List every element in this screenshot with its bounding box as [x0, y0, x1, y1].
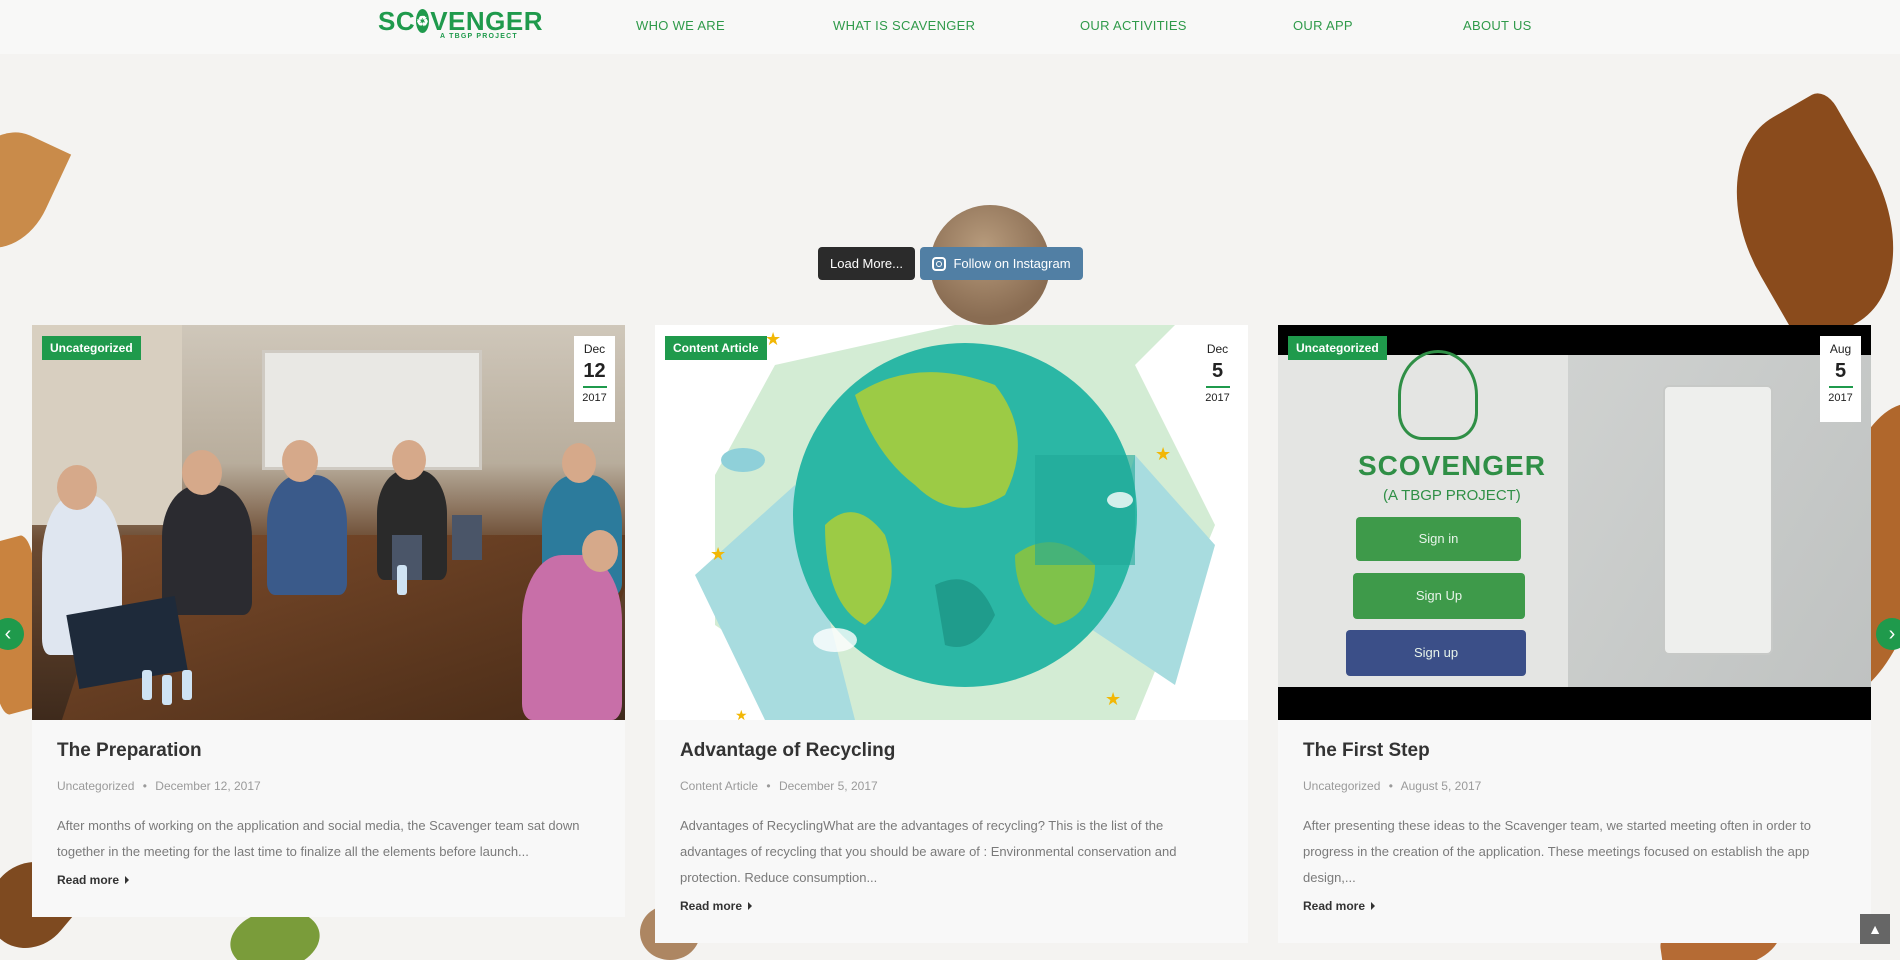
post-image[interactable]: SCOVENGER (A TBGP PROJECT) Sign in Sign … [1278, 325, 1871, 720]
category-badge[interactable]: Uncategorized [1288, 336, 1387, 360]
read-more-link[interactable]: Read more [57, 873, 130, 887]
date-month: Dec [583, 342, 606, 356]
date-day: 5 [1834, 360, 1847, 382]
site-header: SC ♻ VENGER A TBGP PROJECT WHO WE ARE WH… [0, 0, 1900, 54]
lightbulb-icon [1398, 350, 1478, 440]
recycle-icon: ♻ [416, 9, 430, 33]
post-excerpt: Advantages of RecyclingWhat are the adva… [680, 818, 1177, 885]
post-body: Advantage of Recycling Content Article •… [655, 720, 1248, 943]
instagram-icon [932, 256, 947, 271]
post-excerpt: After presenting these ideas to the Scav… [1303, 818, 1812, 885]
date-day: 12 [583, 360, 606, 382]
svg-text:★: ★ [710, 544, 726, 564]
caret-right-icon [1371, 902, 1376, 910]
post-meta-date[interactable]: August 5, 2017 [1401, 779, 1482, 793]
follow-instagram-label: Follow on Instagram [953, 256, 1071, 271]
category-badge[interactable]: Uncategorized [42, 336, 141, 360]
caret-right-icon [748, 902, 753, 910]
logo-text-left: SC [378, 6, 416, 36]
date-month: Dec [1206, 342, 1229, 356]
scroll-to-top-button[interactable]: ▲ [1860, 914, 1890, 944]
post-meta: Uncategorized • December 12, 2017 [57, 779, 261, 793]
app-screen-facebook: Sign up [1346, 630, 1526, 676]
post-meta-date[interactable]: December 12, 2017 [155, 779, 260, 793]
chevron-left-icon: ‹ [4, 622, 12, 645]
date-year: 2017 [1205, 392, 1230, 404]
post-date-box: Dec 5 2017 [1197, 336, 1238, 422]
read-more-label: Read more [1303, 899, 1366, 913]
post-body: The First Step Uncategorized • August 5,… [1278, 720, 1871, 943]
site-logo[interactable]: SC ♻ VENGER A TBGP PROJECT [378, 6, 543, 46]
caret-right-icon [125, 876, 130, 884]
carousel-next-button[interactable]: › [1876, 618, 1900, 650]
post-image[interactable]: ★ ★ ★ ★ ★ Content Article Dec 5 2017 [655, 325, 1248, 720]
post-card: Uncategorized Dec 12 2017 The Preparatio… [32, 325, 625, 917]
nav-about-us[interactable]: ABOUT US [1463, 18, 1532, 33]
leaf-decoration [0, 116, 72, 264]
post-title[interactable]: The First Step [1303, 740, 1846, 762]
date-year: 2017 [582, 392, 607, 404]
post-date-box: Aug 5 2017 [1820, 336, 1861, 422]
category-badge[interactable]: Content Article [665, 336, 767, 360]
svg-text:★: ★ [735, 707, 748, 720]
recycling-globe-illustration: ★ ★ ★ ★ ★ [695, 325, 1215, 720]
read-more-label: Read more [57, 873, 120, 887]
post-card: ★ ★ ★ ★ ★ Content Article Dec 5 2017 Adv… [655, 325, 1248, 943]
svg-text:★: ★ [1155, 444, 1171, 464]
post-card: SCOVENGER (A TBGP PROJECT) Sign in Sign … [1278, 325, 1871, 943]
date-month: Aug [1829, 342, 1852, 356]
post-body: The Preparation Uncategorized • December… [32, 720, 625, 917]
post-meta-date[interactable]: December 5, 2017 [779, 779, 878, 793]
leaf-decoration [1695, 87, 1900, 353]
nav-our-app[interactable]: OUR APP [1293, 18, 1353, 33]
post-meta: Content Article • December 5, 2017 [680, 779, 878, 793]
date-year: 2017 [1828, 392, 1853, 404]
date-day: 5 [1211, 360, 1224, 382]
post-meta-category[interactable]: Content Article [680, 779, 758, 793]
arrow-up-icon: ▲ [1868, 921, 1882, 937]
post-image[interactable]: Uncategorized Dec 12 2017 [32, 325, 625, 720]
post-excerpt: After months of working on the applicati… [57, 818, 580, 859]
nav-who-we-are[interactable]: WHO WE ARE [636, 18, 725, 33]
post-title[interactable]: The Preparation [57, 740, 600, 762]
app-screen-signup: Sign Up [1353, 573, 1525, 619]
app-screen-subtitle: (A TBGP PROJECT) [1383, 487, 1521, 504]
follow-instagram-button[interactable]: Follow on Instagram [920, 247, 1083, 280]
nav-our-activities[interactable]: OUR ACTIVITIES [1080, 18, 1187, 33]
phone-mockup [1663, 385, 1773, 655]
post-meta: Uncategorized • August 5, 2017 [1303, 779, 1482, 793]
nav-what-is-scavenger[interactable]: WHAT IS SCAVENGER [833, 18, 975, 33]
chevron-right-icon: › [1888, 622, 1896, 645]
svg-text:★: ★ [765, 329, 781, 349]
logo-text-right: VENGER [430, 6, 543, 36]
svg-text:★: ★ [1105, 689, 1121, 709]
app-screen-signin: Sign in [1356, 517, 1521, 561]
read-more-label: Read more [680, 899, 743, 913]
read-more-link[interactable]: Read more [1303, 899, 1376, 913]
post-date-box: Dec 12 2017 [574, 336, 615, 422]
read-more-link[interactable]: Read more [680, 899, 753, 913]
app-screen-logo: SCOVENGER [1358, 450, 1546, 481]
post-title[interactable]: Advantage of Recycling [680, 740, 1223, 762]
post-meta-category[interactable]: Uncategorized [57, 779, 134, 793]
post-meta-category[interactable]: Uncategorized [1303, 779, 1380, 793]
load-more-button[interactable]: Load More... [818, 247, 915, 280]
